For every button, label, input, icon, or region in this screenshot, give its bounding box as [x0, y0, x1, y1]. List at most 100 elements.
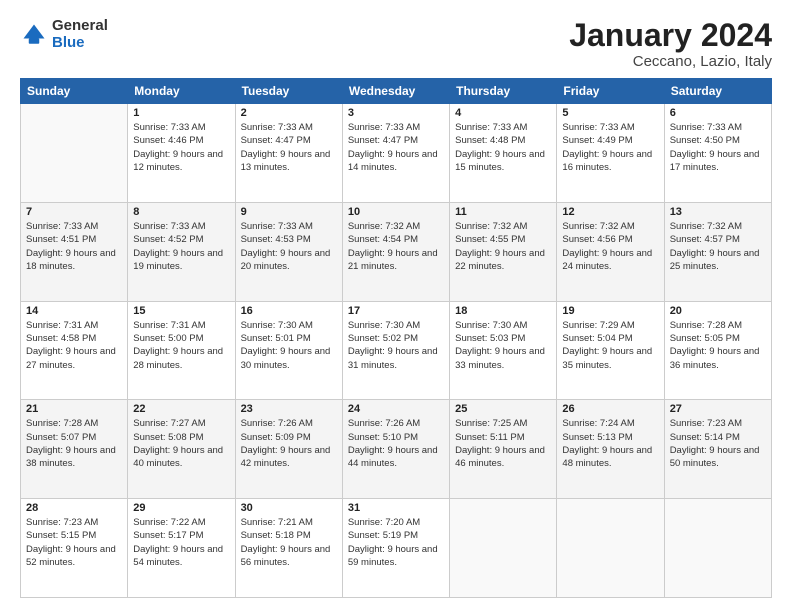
day-info: Sunrise: 7:31 AMSunset: 4:58 PMDaylight:… [26, 319, 122, 372]
day-number: 22 [133, 403, 229, 415]
day-info: Sunrise: 7:26 AMSunset: 5:09 PMDaylight:… [241, 417, 337, 470]
day-number: 9 [241, 206, 337, 218]
day-number: 4 [455, 107, 551, 119]
day-info: Sunrise: 7:22 AMSunset: 5:17 PMDaylight:… [133, 516, 229, 569]
day-number: 28 [26, 502, 122, 514]
table-row: 1Sunrise: 7:33 AMSunset: 4:46 PMDaylight… [128, 104, 235, 203]
day-info: Sunrise: 7:26 AMSunset: 5:10 PMDaylight:… [348, 417, 444, 470]
day-number: 20 [670, 305, 766, 317]
table-row: 23 Sunrise: 7:26 AMSunset: 5:09 PMDayligh… [235, 400, 342, 499]
day-info: Sunrise: 7:32 AMSunset: 4:55 PMDaylight:… [455, 220, 551, 273]
table-row: 21Sunrise: 7:28 AMSunset: 5:07 PMDayligh… [21, 400, 128, 499]
table-row: 29Sunrise: 7:22 AMSunset: 5:17 PMDayligh… [128, 499, 235, 598]
table-row: 16Sunrise: 7:30 AMSunset: 5:01 PMDayligh… [235, 301, 342, 400]
day-info: Sunrise: 7:30 AMSunset: 5:03 PMDaylight:… [455, 319, 551, 372]
table-row: 11Sunrise: 7:32 AMSunset: 4:55 PMDayligh… [450, 202, 557, 301]
day-number: 5 [562, 107, 658, 119]
table-row: 7 Sunrise: 7:33 AMSunset: 4:51 PMDaylight… [21, 202, 128, 301]
day-info: Sunrise: 7:33 AMSunset: 4:48 PMDaylight:… [455, 121, 551, 174]
table-row: 20 Sunrise: 7:28 AMSunset: 5:05 PMDayligh… [664, 301, 771, 400]
day-info: Sunrise: 7:31 AMSunset: 5:00 PMDaylight:… [133, 319, 229, 372]
table-row [21, 104, 128, 203]
day-info: Sunrise: 7:33 AMSunset: 4:49 PMDaylight:… [562, 121, 658, 174]
calendar-title: January 2024 [569, 18, 772, 53]
table-row: 27 Sunrise: 7:23 AMSunset: 5:14 PMDayligh… [664, 400, 771, 499]
calendar-subtitle: Ceccano, Lazio, Italy [569, 53, 772, 70]
table-row: 14 Sunrise: 7:31 AMSunset: 4:58 PMDayligh… [21, 301, 128, 400]
col-thursday: Thursday [450, 79, 557, 104]
day-number: 15 [133, 305, 229, 317]
day-number: 30 [241, 502, 337, 514]
table-row [664, 499, 771, 598]
table-row: 8 Sunrise: 7:33 AMSunset: 4:52 PMDaylight… [128, 202, 235, 301]
day-info: Sunrise: 7:21 AMSunset: 5:18 PMDaylight:… [241, 516, 337, 569]
table-row: 30 Sunrise: 7:21 AMSunset: 5:18 PMDayligh… [235, 499, 342, 598]
table-row: 18Sunrise: 7:30 AMSunset: 5:03 PMDayligh… [450, 301, 557, 400]
table-row: 3 Sunrise: 7:33 AMSunset: 4:47 PMDaylight… [342, 104, 449, 203]
day-number: 3 [348, 107, 444, 119]
day-number: 25 [455, 403, 551, 415]
day-info: Sunrise: 7:29 AMSunset: 5:04 PMDaylight:… [562, 319, 658, 372]
table-row: 19 Sunrise: 7:29 AMSunset: 5:04 PMDayligh… [557, 301, 664, 400]
day-number: 13 [670, 206, 766, 218]
calendar-week-row: 21Sunrise: 7:28 AMSunset: 5:07 PMDayligh… [21, 400, 772, 499]
day-number: 7 [26, 206, 122, 218]
table-row: 10Sunrise: 7:32 AMSunset: 4:54 PMDayligh… [342, 202, 449, 301]
table-row: 31Sunrise: 7:20 AMSunset: 5:19 PMDayligh… [342, 499, 449, 598]
calendar-header-row: Sunday Monday Tuesday Wednesday Thursday… [21, 79, 772, 104]
day-info: Sunrise: 7:28 AMSunset: 5:05 PMDaylight:… [670, 319, 766, 372]
day-info: Sunrise: 7:32 AMSunset: 4:54 PMDaylight:… [348, 220, 444, 273]
table-row: 28 Sunrise: 7:23 AMSunset: 5:15 PMDayligh… [21, 499, 128, 598]
day-info: Sunrise: 7:33 AMSunset: 4:47 PMDaylight:… [348, 121, 444, 174]
day-info: Sunrise: 7:23 AMSunset: 5:15 PMDaylight:… [26, 516, 122, 569]
day-number: 2 [241, 107, 337, 119]
table-row: 17 Sunrise: 7:30 AMSunset: 5:02 PMDayligh… [342, 301, 449, 400]
table-row: 9 Sunrise: 7:33 AMSunset: 4:53 PMDaylight… [235, 202, 342, 301]
col-sunday: Sunday [21, 79, 128, 104]
table-row: 6Sunrise: 7:33 AMSunset: 4:50 PMDaylight… [664, 104, 771, 203]
table-row: 15 Sunrise: 7:31 AMSunset: 5:00 PMDayligh… [128, 301, 235, 400]
page: General Blue January 2024 Ceccano, Lazio… [0, 0, 792, 612]
day-info: Sunrise: 7:30 AMSunset: 5:02 PMDaylight:… [348, 319, 444, 372]
table-row: 5 Sunrise: 7:33 AMSunset: 4:49 PMDaylight… [557, 104, 664, 203]
calendar-week-row: 7 Sunrise: 7:33 AMSunset: 4:51 PMDaylight… [21, 202, 772, 301]
day-info: Sunrise: 7:33 AMSunset: 4:53 PMDaylight:… [241, 220, 337, 273]
day-number: 16 [241, 305, 337, 317]
day-info: Sunrise: 7:24 AMSunset: 5:13 PMDaylight:… [562, 417, 658, 470]
table-row: 25 Sunrise: 7:25 AMSunset: 5:11 PMDayligh… [450, 400, 557, 499]
col-tuesday: Tuesday [235, 79, 342, 104]
header: General Blue January 2024 Ceccano, Lazio… [20, 18, 772, 70]
day-info: Sunrise: 7:23 AMSunset: 5:14 PMDaylight:… [670, 417, 766, 470]
calendar-week-row: 14 Sunrise: 7:31 AMSunset: 4:58 PMDayligh… [21, 301, 772, 400]
logo: General Blue [20, 18, 108, 51]
day-number: 8 [133, 206, 229, 218]
day-info: Sunrise: 7:25 AMSunset: 5:11 PMDaylight:… [455, 417, 551, 470]
day-info: Sunrise: 7:28 AMSunset: 5:07 PMDaylight:… [26, 417, 122, 470]
day-number: 31 [348, 502, 444, 514]
day-info: Sunrise: 7:32 AMSunset: 4:57 PMDaylight:… [670, 220, 766, 273]
logo-icon [20, 21, 48, 49]
day-number: 19 [562, 305, 658, 317]
calendar-week-row: 28 Sunrise: 7:23 AMSunset: 5:15 PMDayligh… [21, 499, 772, 598]
table-row: 24Sunrise: 7:26 AMSunset: 5:10 PMDayligh… [342, 400, 449, 499]
col-monday: Monday [128, 79, 235, 104]
col-saturday: Saturday [664, 79, 771, 104]
table-row: 12Sunrise: 7:32 AMSunset: 4:56 PMDayligh… [557, 202, 664, 301]
day-number: 1 [133, 107, 229, 119]
logo-blue-text: Blue [52, 35, 108, 52]
day-number: 12 [562, 206, 658, 218]
day-number: 23 [241, 403, 337, 415]
day-number: 27 [670, 403, 766, 415]
day-number: 17 [348, 305, 444, 317]
day-info: Sunrise: 7:33 AMSunset: 4:52 PMDaylight:… [133, 220, 229, 273]
calendar-table: Sunday Monday Tuesday Wednesday Thursday… [20, 78, 772, 598]
table-row: 4 Sunrise: 7:33 AMSunset: 4:48 PMDaylight… [450, 104, 557, 203]
day-info: Sunrise: 7:33 AMSunset: 4:51 PMDaylight:… [26, 220, 122, 273]
day-number: 14 [26, 305, 122, 317]
calendar-week-row: 1Sunrise: 7:33 AMSunset: 4:46 PMDaylight… [21, 104, 772, 203]
day-info: Sunrise: 7:27 AMSunset: 5:08 PMDaylight:… [133, 417, 229, 470]
col-friday: Friday [557, 79, 664, 104]
table-row: 2Sunrise: 7:33 AMSunset: 4:47 PMDaylight… [235, 104, 342, 203]
table-row [557, 499, 664, 598]
logo-general-text: General [52, 18, 108, 35]
